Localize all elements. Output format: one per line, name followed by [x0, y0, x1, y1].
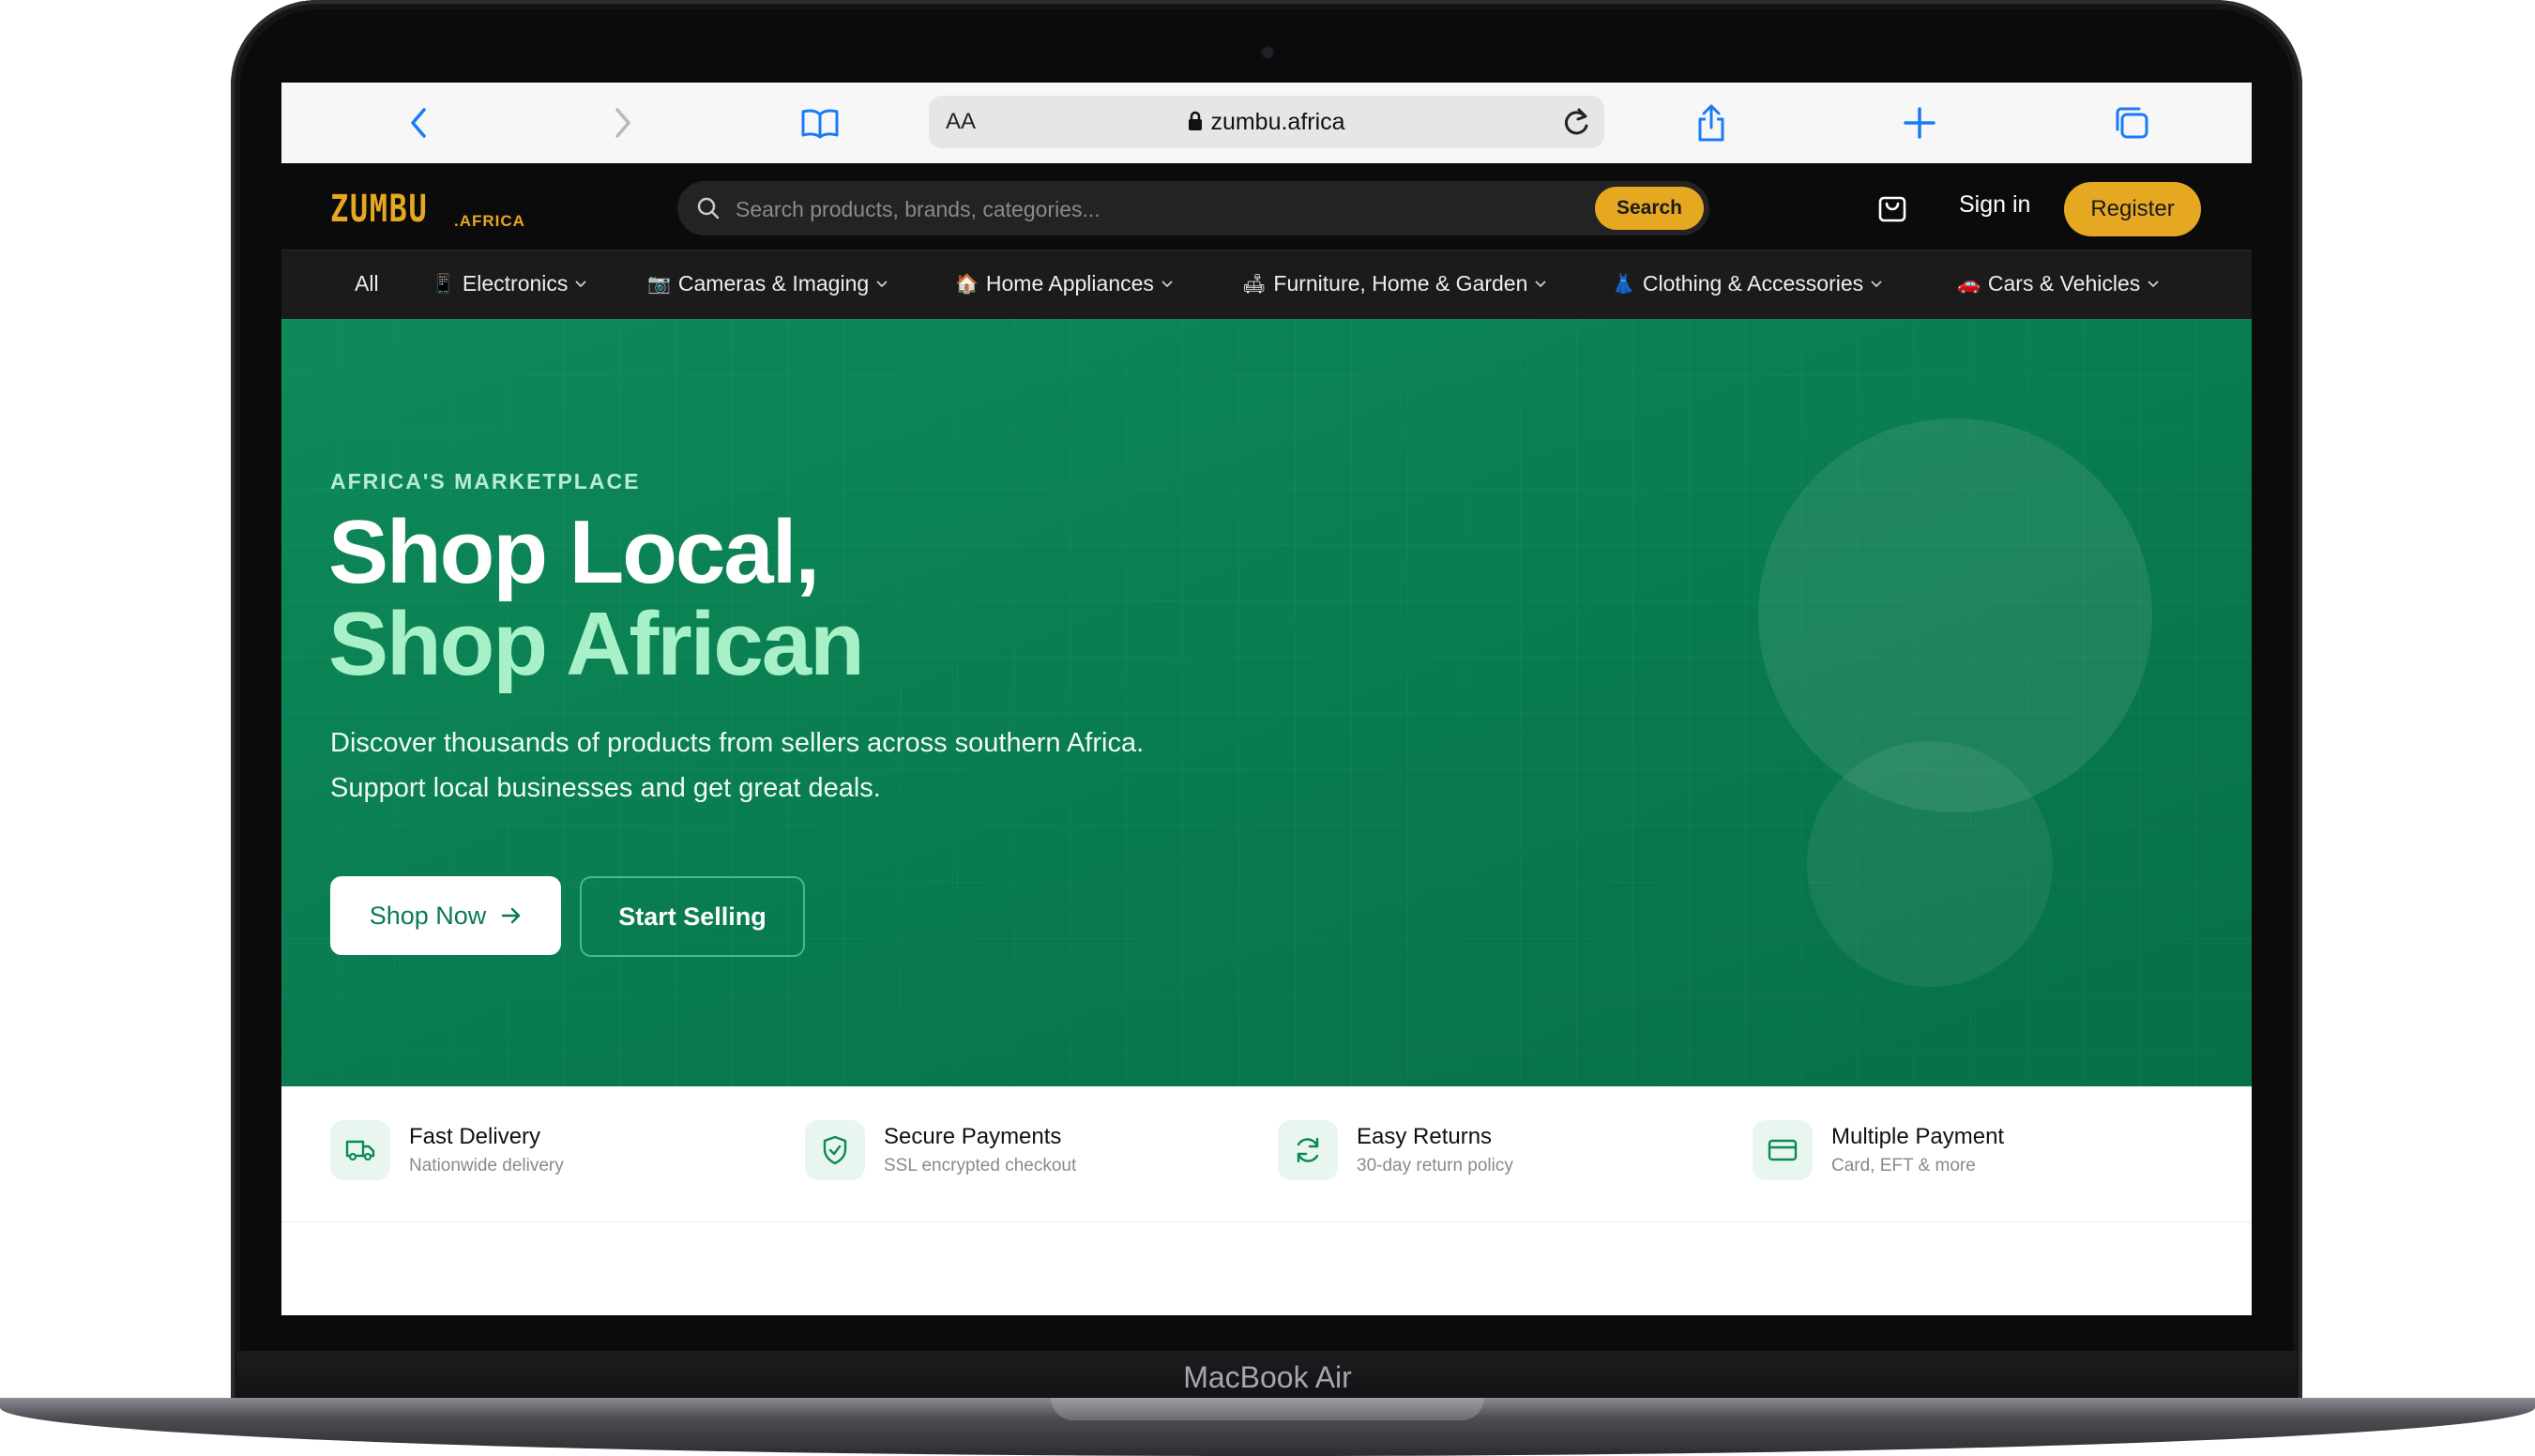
screen: AA zumbu.africa ZUMBU .AFRICA Search Sig — [281, 83, 2252, 1315]
start-selling-button[interactable]: Start Selling — [580, 876, 805, 957]
hero-description-line2: Support local businesses and get great d… — [330, 773, 881, 803]
refresh-icon — [1278, 1120, 1338, 1180]
logo-suffix: .AFRICA — [454, 212, 525, 230]
feature-subtitle: SSL encrypted checkout — [884, 1156, 1077, 1175]
hero-description-line1: Discover thousands of products from sell… — [330, 728, 1145, 758]
new-tab-button[interactable] — [1893, 99, 1946, 146]
hero-title-line1: Shop Local, — [328, 502, 820, 602]
feature-title: Secure Payments — [884, 1124, 1062, 1149]
shop-now-label: Shop Now — [369, 901, 487, 930]
nav-item-electronics[interactable]: 📱 Electronics — [432, 271, 587, 296]
tabs-button[interactable] — [2105, 99, 2158, 146]
cart-icon[interactable] — [1876, 191, 1908, 223]
camera-icon: 📷 — [647, 274, 671, 295]
nav-item-label: All — [355, 271, 379, 296]
hero-title-line2: Shop African — [328, 594, 865, 694]
hero-decor-circle-small — [1807, 741, 2053, 987]
register-button[interactable]: Register — [2064, 182, 2201, 236]
nav-item-label: Electronics — [462, 271, 569, 296]
camera-icon — [1262, 47, 1273, 58]
chevron-left-icon — [411, 108, 426, 138]
feature-subtitle: Card, EFT & more — [1831, 1156, 1976, 1175]
feature-subtitle: Nationwide delivery — [409, 1156, 564, 1175]
nav-item-label: Clothing & Accessories — [1642, 271, 1864, 296]
search-bar: Search — [677, 181, 1709, 237]
reload-button[interactable] — [1557, 103, 1595, 141]
nav-item-clothing[interactable]: 👗 Clothing & Accessories — [1612, 271, 1882, 296]
forward-button[interactable] — [597, 99, 649, 146]
feature-title: Fast Delivery — [409, 1124, 541, 1149]
nav-item-label: Cars & Vehicles — [1987, 271, 2141, 296]
bookmarks-button[interactable] — [794, 99, 846, 146]
signin-link[interactable]: Sign in — [1959, 191, 2030, 219]
chevron-down-icon — [1871, 280, 1882, 287]
chevron-down-icon — [1535, 280, 1547, 287]
feature-title: Multiple Payment — [1831, 1124, 2005, 1149]
chevron-down-icon — [575, 280, 587, 287]
address-bar[interactable]: AA zumbu.africa — [929, 96, 1604, 148]
search-button[interactable]: Search — [1595, 187, 1704, 230]
share-button[interactable] — [1685, 99, 1738, 146]
chevron-down-icon — [2148, 280, 2159, 287]
search-input[interactable] — [734, 181, 1563, 237]
search-icon — [697, 197, 720, 220]
nav-item-home-appliances[interactable]: 🏠 Home Appliances — [955, 271, 1173, 296]
features-strip: Fast Delivery Nationwide delivery Secure… — [281, 1086, 2252, 1222]
url-display: zumbu.africa — [929, 109, 1604, 136]
laptop-notch — [1051, 1398, 1484, 1420]
nav-item-cars[interactable]: 🚗 Cars & Vehicles — [1957, 271, 2159, 296]
back-button[interactable] — [392, 99, 445, 146]
nav-item-cameras[interactable]: 📷 Cameras & Imaging — [647, 271, 888, 296]
hero-eyebrow: AFRICA'S MARKETPLACE — [330, 469, 641, 493]
reload-icon — [1564, 108, 1588, 135]
house-icon: 🏠 — [955, 274, 979, 295]
chevron-right-icon — [615, 108, 630, 138]
nav-item-label: Cameras & Imaging — [677, 271, 870, 296]
browser-toolbar: AA zumbu.africa — [281, 83, 2252, 164]
site-header: ZUMBU .AFRICA Search Sign in Register — [281, 163, 2252, 250]
shield-check-icon — [805, 1120, 865, 1180]
arrow-right-icon — [502, 907, 521, 924]
tabs-icon — [2116, 107, 2148, 139]
plus-icon — [1904, 107, 1935, 139]
car-icon: 🚗 — [1957, 274, 1981, 295]
nav-item-label: Home Appliances — [985, 271, 1154, 296]
logo[interactable]: ZUMBU — [330, 188, 428, 231]
couch-icon: 🛋 — [1242, 274, 1267, 295]
share-icon — [1698, 104, 1724, 142]
truck-icon — [330, 1120, 390, 1180]
hero-banner: AFRICA'S MARKETPLACE Shop Local, Shop Af… — [281, 319, 2252, 1086]
book-icon — [801, 109, 839, 139]
chevron-down-icon — [1161, 280, 1173, 287]
dress-icon: 👗 — [1612, 274, 1635, 295]
nav-item-label: Furniture, Home & Garden — [1273, 271, 1528, 296]
hero-description: Discover thousands of products from sell… — [330, 720, 1250, 811]
phone-icon: 📱 — [432, 274, 455, 295]
credit-card-icon — [1753, 1120, 1813, 1180]
chevron-down-icon — [876, 280, 888, 287]
shop-now-button[interactable]: Shop Now — [330, 876, 561, 955]
url-text: zumbu.africa — [1210, 109, 1345, 135]
nav-item-furniture[interactable]: 🛋 Furniture, Home & Garden — [1242, 271, 1547, 296]
lock-icon — [1189, 111, 1203, 130]
device-label: MacBook Air — [1183, 1360, 1352, 1394]
feature-subtitle: 30-day return policy — [1357, 1156, 1513, 1175]
category-nav: All 📱 Electronics 📷 Cameras & Imaging 🏠 … — [281, 250, 2252, 320]
nav-item-all[interactable]: All — [355, 271, 379, 296]
feature-title: Easy Returns — [1357, 1124, 1493, 1149]
